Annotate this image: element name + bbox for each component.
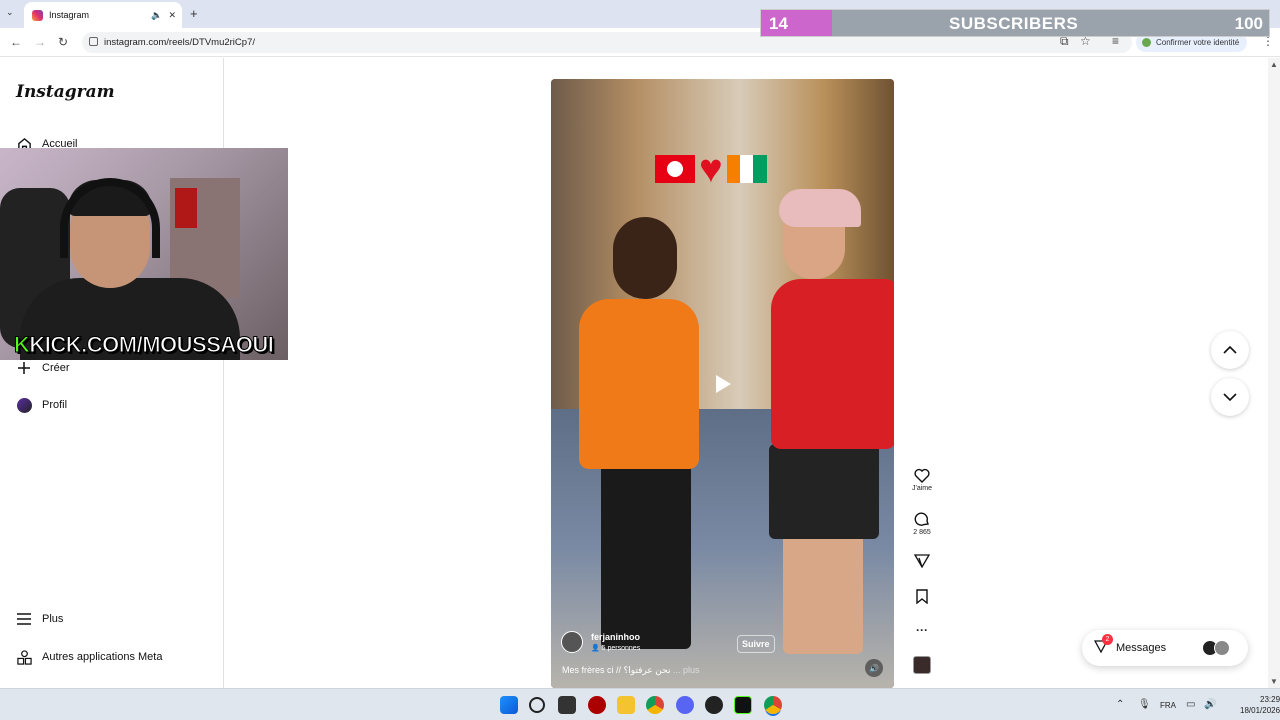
sidebar-item-profile[interactable]: Profil [16,397,67,413]
like-button[interactable]: J'aime [908,468,936,492]
speaker-icon[interactable]: 🔈 [151,10,162,21]
video-emoji-overlay: ♥ [655,149,767,189]
scroll-up-icon[interactable]: ▲ [1270,60,1278,69]
more-options-icon[interactable]: ··· [908,623,936,637]
background-object [175,188,197,228]
obs-icon[interactable] [705,696,723,714]
menu-icon [16,611,32,627]
author-username[interactable]: ferjaninhoo [591,632,640,642]
person-right-cap [779,189,861,227]
bookmark-icon [916,589,928,604]
sidebar-item-label: Autres applications Meta [42,651,163,663]
kick-logo-letter: K [13,332,30,358]
volume-icon[interactable]: 🔊 [865,659,883,677]
forward-arrow-icon[interactable]: → [34,35,46,49]
windows-start-icon[interactable] [500,696,518,714]
kick-channel-banner: KKICK.COM/MOUSSAOUI [13,332,275,358]
messages-button[interactable]: 2 Messages [1082,630,1248,666]
search-icon[interactable] [529,697,545,713]
url-text: instagram.com/reels/DTVmu2riCp7/ [104,37,255,48]
message-avatars [1202,640,1230,656]
sidebar-item-label: Profil [42,399,68,411]
sidebar-item-label: Créer [42,362,70,374]
site-info-icon[interactable] [89,37,98,46]
tagged-people[interactable]: 👤 5 personnes [591,644,640,652]
plus-icon [16,360,32,376]
sidebar-item-create[interactable]: Créer [16,360,70,376]
display-icon[interactable]: ▭ [1186,699,1195,710]
kick-app-icon[interactable] [734,696,752,714]
scroll-down-icon[interactable]: ▼ [1270,677,1278,686]
sidebar-item-meta-apps[interactable]: Autres applications Meta [16,649,162,665]
person-left-shirt [579,299,699,469]
save-button[interactable] [908,589,936,606]
reel-caption: Mes frères ci // نحن عرفتوا؟ ... plus [562,665,700,676]
play-icon[interactable] [709,371,735,397]
tab-title: Instagram [49,10,90,20]
task-view-icon[interactable] [558,696,576,714]
send-icon [914,554,930,568]
speaker-icon[interactable]: 🔊 [1204,699,1216,710]
tunisia-flag-icon [655,155,695,183]
chrome-icon[interactable] [646,696,664,714]
sidebar-item-label: Plus [42,613,64,625]
person-right-shirt [771,279,894,449]
chevron-down-icon [1223,393,1237,401]
page-scrollbar[interactable]: ▲ ▼ [1268,58,1280,688]
chevron-up-icon [1223,346,1237,354]
tab-close-icon[interactable]: ✕ [168,10,176,21]
clock-time: 23:29 [1260,695,1280,704]
comment-icon [914,512,929,526]
red-heart-icon: ♥ [699,147,723,191]
comment-button[interactable]: 2 865 [908,511,936,536]
tab-search-chevron-icon[interactable]: ⌄ [6,7,14,18]
profile-avatar-icon [16,397,32,413]
heart-icon [914,468,930,483]
back-arrow-icon[interactable]: ← [10,35,22,49]
discord-icon[interactable] [676,696,694,714]
subscriber-goal-bar: 14 SUBSCRIBERS 100 [760,9,1270,37]
reel-author[interactable]: ferjaninhoo 👤 5 personnes [561,631,640,653]
previous-reel-button[interactable] [1211,331,1249,369]
reload-icon[interactable]: ↻ [58,35,68,49]
instagram-logo[interactable]: Instagram [16,82,115,102]
comment-count: 2 865 [913,529,931,536]
kick-url: KICK.COM/MOUSSAOUI [29,332,275,358]
author-avatar[interactable] [561,631,583,653]
chrome-active-icon[interactable] [764,696,782,714]
subscriber-count: 14 [769,14,788,33]
browser-tab-instagram[interactable]: Instagram 🔈 ✕ [24,2,182,28]
system-clock[interactable]: 23:29 18/01/2026 [1240,694,1280,716]
new-tab-button[interactable]: + [190,6,198,21]
subscriber-goal: 100 [1234,14,1263,33]
apps-icon [16,649,32,665]
caption-more-link[interactable]: ... plus [673,665,700,675]
next-reel-button[interactable] [1211,378,1249,416]
language-indicator[interactable]: FRA [1160,701,1176,710]
caption-text: Mes frères ci // نحن عرفتوا؟ [562,665,671,675]
like-label: J'aime [911,485,932,492]
reel-video[interactable]: ♥ ferjaninhoo 👤 5 personnes Suivre Mes f… [551,79,894,688]
clock-date: 18/01/2026 [1240,706,1280,715]
messenger-icon: 2 [1093,634,1113,656]
share-button[interactable] [908,554,936,570]
messages-badge: 2 [1102,634,1113,645]
ivory-coast-flag-icon [726,155,767,183]
follow-button[interactable]: Suivre [737,635,775,653]
subscriber-label: SUBSCRIBERS [949,14,1079,33]
person-right-legs [783,534,863,654]
streamer-webcam: KKICK.COM/MOUSSAOUI [0,148,288,360]
microphone-icon[interactable]: 🎙 [1138,699,1151,710]
person-left-pants [601,459,691,649]
messages-label: Messages [1116,642,1167,654]
audio-thumbnail[interactable] [908,656,936,674]
file-explorer-icon[interactable] [617,696,635,714]
person-left-head [613,217,677,299]
windows-taskbar: ⌃ 🎙 FRA ▭ 🔊 23:29 18/01/2026 [0,688,1280,720]
instagram-favicon-icon [32,9,43,21]
tray-overflow-icon[interactable]: ⌃ [1116,699,1124,710]
app-red-icon[interactable] [588,696,606,714]
person-right-shorts [769,444,879,539]
sidebar-item-more[interactable]: Plus [16,611,63,627]
